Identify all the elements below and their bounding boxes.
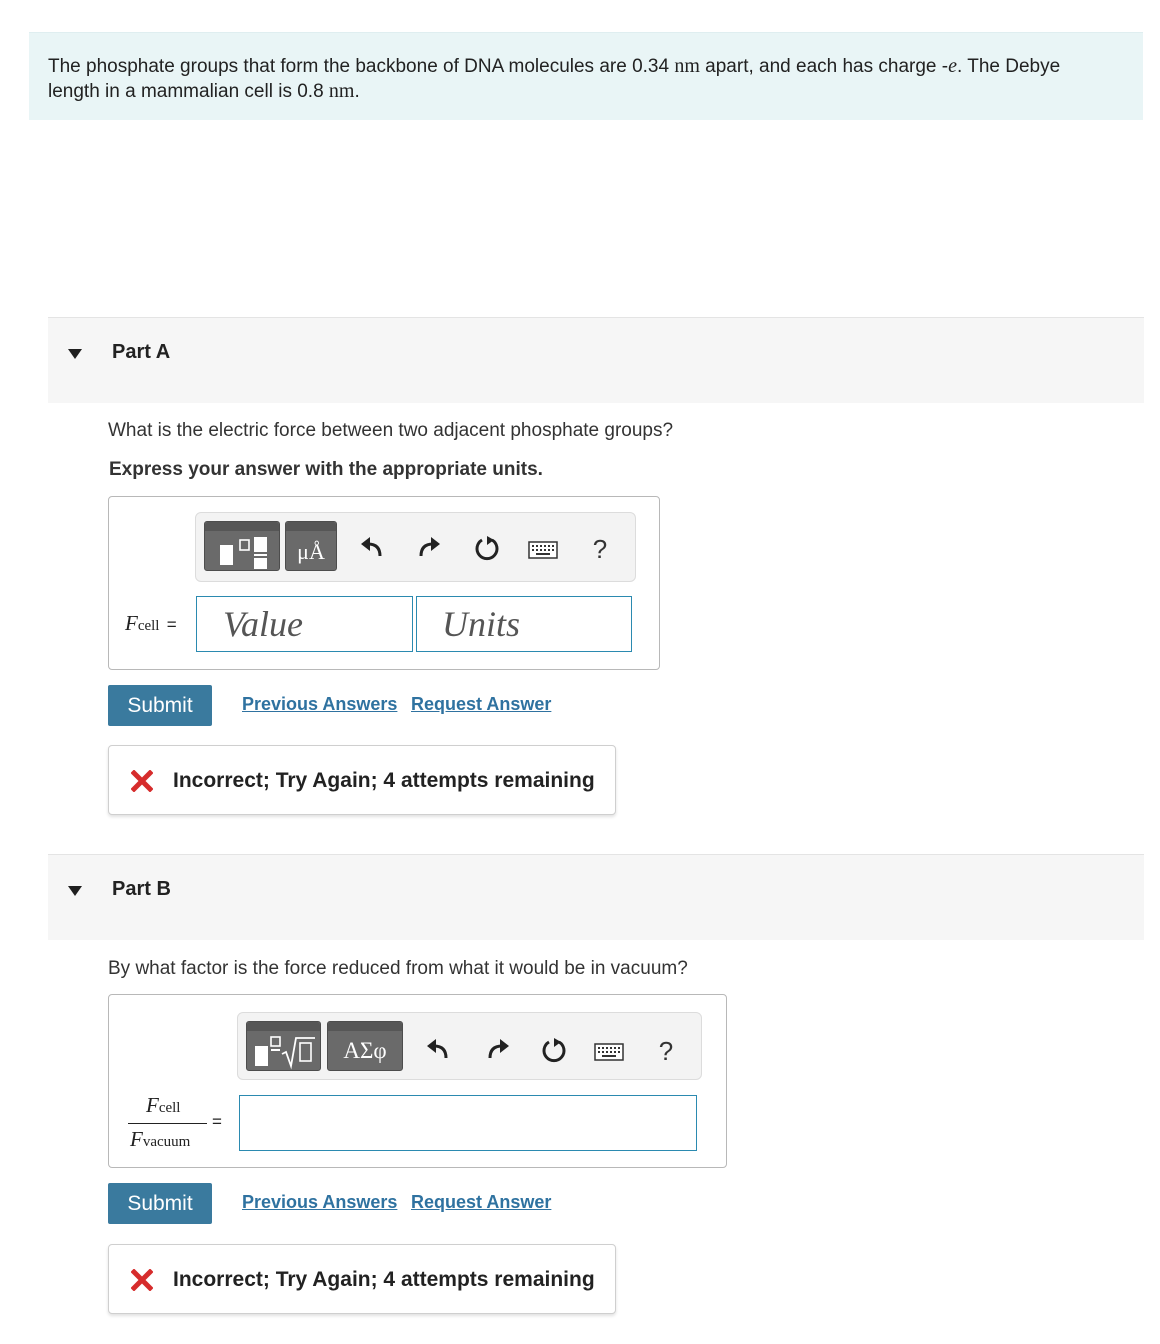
keyboard-button[interactable] — [527, 539, 559, 561]
units-placeholder: Units — [442, 604, 521, 644]
submit-button[interactable]: Submit — [108, 1183, 212, 1224]
math-toolbar: ΑΣφ ? — [237, 1012, 702, 1080]
fraction-denominator: Fvacuum — [130, 1127, 190, 1152]
answer-label-fcell: Fcell = — [125, 611, 177, 636]
previous-answers-link[interactable]: Previous Answers — [242, 1192, 397, 1213]
keyboard-icon — [528, 541, 558, 559]
collapse-triangle-icon[interactable] — [68, 886, 82, 896]
part-a-question: What is the electric force between two a… — [108, 420, 674, 441]
numerator-subscript: cell — [158, 1100, 181, 1116]
label-subscript: cell — [137, 618, 160, 634]
statement-text: . — [354, 81, 360, 102]
equals-sign: = — [212, 1112, 222, 1131]
redo-button[interactable] — [414, 533, 444, 563]
denominator-variable: F — [130, 1127, 143, 1151]
collapse-triangle-icon[interactable] — [68, 349, 82, 359]
feedback-text: Incorrect; Try Again; 4 attempts remaini… — [173, 1268, 595, 1291]
undo-icon — [361, 537, 382, 557]
part-b-question: By what factor is the force reduced from… — [108, 958, 688, 979]
incorrect-x-icon — [131, 770, 153, 792]
part-title: Part A — [112, 341, 171, 363]
value-input[interactable]: Value — [196, 596, 413, 652]
units-icon: μÅ — [297, 539, 325, 564]
feedback-banner: Incorrect; Try Again; 4 attempts remaini… — [108, 1244, 616, 1314]
fraction-numerator: Fcell — [146, 1093, 180, 1118]
help-icon: ? — [658, 1035, 674, 1066]
templates-icon — [220, 537, 267, 569]
undo-icon — [427, 1039, 448, 1059]
numerator-variable: F — [146, 1093, 159, 1117]
charge-symbol: e — [948, 55, 957, 77]
undo-button[interactable] — [423, 1035, 453, 1065]
unit-nm: nm — [328, 80, 355, 102]
statement-text: The phosphate groups that form the backb… — [48, 56, 670, 77]
help-icon: ? — [592, 533, 608, 564]
statement-text: length in a mammalian cell is 0.8 — [48, 81, 324, 102]
keyboard-icon — [594, 1043, 624, 1061]
denominator-subscript: vacuum — [142, 1134, 191, 1150]
statement-text: . The Debye — [957, 56, 1061, 77]
reset-button[interactable] — [538, 1035, 570, 1067]
fraction-sqrt-button[interactable] — [246, 1021, 321, 1071]
ratio-input[interactable] — [239, 1095, 697, 1151]
incorrect-x-icon — [131, 1269, 153, 1291]
fraction-sqrt-icon — [254, 1036, 315, 1070]
keyboard-button[interactable] — [593, 1041, 625, 1063]
fraction-bar — [128, 1123, 207, 1124]
value-placeholder: Value — [223, 604, 303, 644]
redo-icon — [419, 537, 440, 557]
previous-answers-link[interactable]: Previous Answers — [242, 694, 397, 715]
units-button[interactable]: μÅ — [285, 521, 337, 571]
greek-symbols-icon: ΑΣφ — [343, 1038, 387, 1063]
feedback-banner: Incorrect; Try Again; 4 attempts remaini… — [108, 745, 616, 815]
feedback-text: Incorrect; Try Again; 4 attempts remaini… — [173, 769, 595, 792]
help-button[interactable]: ? — [588, 533, 612, 565]
problem-statement: The phosphate groups that form the backb… — [29, 32, 1143, 120]
request-answer-link[interactable]: Request Answer — [411, 694, 551, 715]
label-variable: F — [125, 611, 138, 635]
part-title: Part B — [112, 878, 171, 900]
redo-button[interactable] — [483, 1035, 513, 1065]
greek-symbols-button[interactable]: ΑΣφ — [327, 1021, 403, 1071]
request-answer-link[interactable]: Request Answer — [411, 1192, 551, 1213]
math-toolbar: μÅ ? — [195, 512, 636, 582]
statement-text: apart, and each has charge - — [705, 56, 949, 77]
part-b-header[interactable]: Part B — [48, 854, 1144, 940]
equals-sign: = — [166, 615, 177, 634]
part-a-instruction: Express your answer with the appropriate… — [109, 459, 543, 480]
submit-button[interactable]: Submit — [108, 685, 212, 726]
help-button[interactable]: ? — [654, 1035, 678, 1067]
reset-button[interactable] — [471, 533, 503, 565]
undo-button[interactable] — [357, 533, 387, 563]
unit-nm: nm — [674, 55, 700, 77]
reset-icon — [475, 536, 499, 561]
reset-icon — [542, 1038, 566, 1063]
redo-icon — [488, 1039, 509, 1059]
part-a-header[interactable]: Part A — [48, 317, 1144, 403]
units-input[interactable]: Units — [416, 596, 632, 652]
templates-button[interactable] — [204, 521, 280, 571]
